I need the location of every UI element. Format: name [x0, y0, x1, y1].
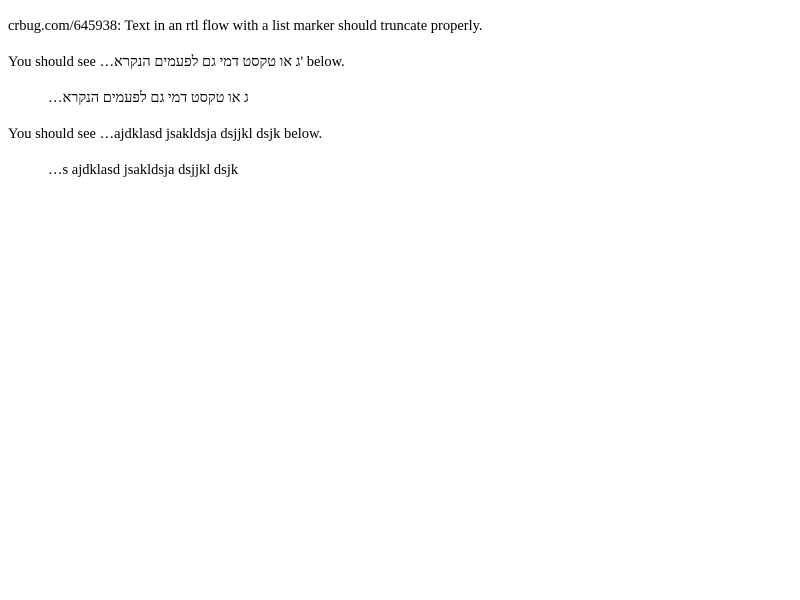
test-page: crbug.com/645938: Text in an rtl flow wi… — [0, 0, 800, 600]
hebrew-expectation-text: You should see …ג או טקסט דמי גם לפעמים … — [8, 54, 345, 70]
hebrew-truncated-list-item: …ג או טקסט דמי גם לפעמים הנקרא — [48, 90, 248, 106]
latin-truncated-list-item: …s ajdklasd jsakldsja dsjjkl dsjk — [48, 162, 239, 178]
bug-description: crbug.com/645938: Text in an rtl flow wi… — [8, 18, 483, 34]
latin-expectation-text: You should see …ajdklasd jsakldsja dsjjk… — [8, 126, 323, 142]
